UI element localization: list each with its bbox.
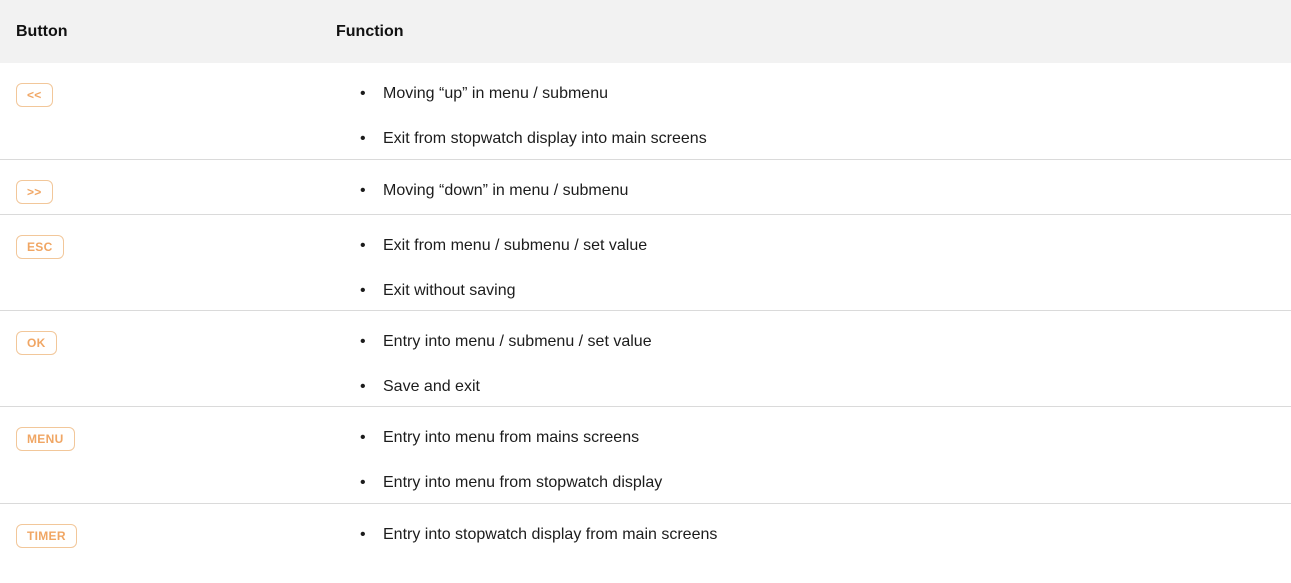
list-item: • Entry into menu from stopwatch display bbox=[360, 474, 663, 491]
bullet-icon: • bbox=[360, 182, 366, 199]
function-list: • Entry into menu from mains screens • Ent… bbox=[336, 429, 1291, 492]
list-item: • Exit from menu / submenu / set value bbox=[360, 237, 648, 254]
bullet-icon: • bbox=[360, 85, 366, 102]
list-item: • Moving “up” in menu / submenu bbox=[360, 85, 608, 102]
list-item: • Entry into stopwatch display from main … bbox=[360, 526, 718, 543]
bullet-icon: • bbox=[360, 474, 366, 491]
key-esc-button[interactable]: ESC bbox=[16, 235, 64, 259]
list-item: • Entry into menu from mains screens bbox=[360, 429, 640, 446]
list-item: • Moving “down” in menu / submenu bbox=[360, 182, 629, 199]
table-header: Button Function bbox=[0, 0, 1291, 63]
list-item: • Save and exit bbox=[360, 378, 480, 395]
table-row: ESC • Exit from menu / submenu / set valu… bbox=[0, 215, 1291, 311]
function-list: • Entry into menu / submenu / set value •… bbox=[336, 333, 1291, 396]
bullet-icon: • bbox=[360, 429, 366, 446]
table-row: >> • Moving “down” in menu / submenu bbox=[0, 160, 1291, 215]
table-row: MENU • Entry into menu from mains screens… bbox=[0, 407, 1291, 504]
bullet-icon: • bbox=[360, 282, 366, 299]
bullet-icon: • bbox=[360, 237, 366, 254]
function-list: • Moving “down” in menu / submenu bbox=[336, 182, 1291, 200]
bullet-icon: • bbox=[360, 378, 366, 395]
bullet-icon: • bbox=[360, 333, 366, 350]
key-menu-button[interactable]: MENU bbox=[16, 427, 75, 451]
table-row: << • Moving “up” in menu / submenu • Exit … bbox=[0, 63, 1291, 160]
key-ok-button[interactable]: OK bbox=[16, 331, 57, 355]
table-row: OK • Entry into menu / submenu / set valu… bbox=[0, 311, 1291, 407]
bullet-icon: • bbox=[360, 130, 366, 147]
bullet-icon: • bbox=[360, 526, 366, 543]
header-button: Button bbox=[16, 22, 68, 40]
list-item: • Exit from stopwatch display into main s… bbox=[360, 130, 707, 147]
function-list: • Entry into stopwatch display from main … bbox=[336, 526, 1291, 544]
header-function: Function bbox=[336, 22, 404, 40]
key-timer-button[interactable]: TIMER bbox=[16, 524, 77, 548]
table-row: TIMER • Entry into stopwatch display from… bbox=[0, 504, 1291, 583]
button-function-table: Button Function << • Moving “up” in menu … bbox=[0, 0, 1291, 583]
function-list: • Moving “up” in menu / submenu • Exit fro… bbox=[336, 85, 1291, 148]
key-forward-button[interactable]: >> bbox=[16, 180, 53, 204]
function-list: • Exit from menu / submenu / set value • E… bbox=[336, 237, 1291, 300]
list-item: • Entry into menu / submenu / set value bbox=[360, 333, 652, 350]
key-back-button[interactable]: << bbox=[16, 83, 53, 107]
list-item: • Exit without saving bbox=[360, 282, 516, 299]
